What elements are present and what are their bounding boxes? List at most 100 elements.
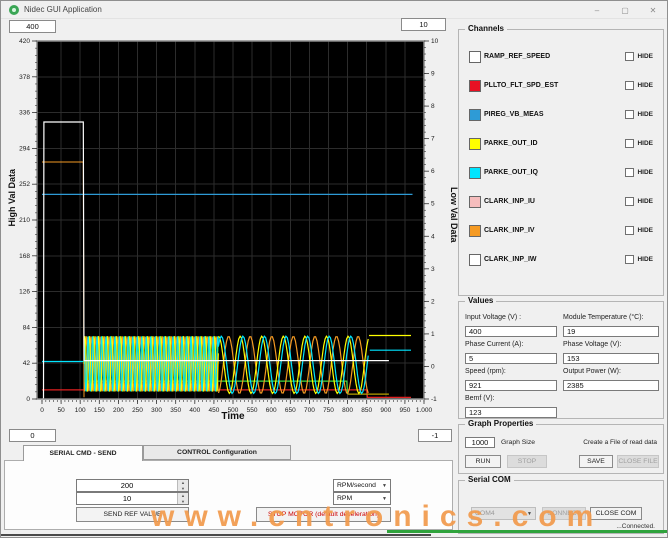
hide-label: HIDE <box>637 256 653 263</box>
high-axis-max-input[interactable]: 400 <box>9 20 56 33</box>
phase-voltage-field[interactable] <box>563 353 659 364</box>
close-file-button[interactable]: CLOSE FILE <box>617 455 659 468</box>
tab-serial-cmd-send[interactable]: SERIAL CMD - SEND <box>23 445 143 461</box>
chart-plot: 0 50 100 150 200 250 300 350 400 450 500 550 600 650 7… <box>19 38 439 414</box>
close-com-button[interactable]: CLOSE COM <box>590 507 642 520</box>
x-axis-title: Time <box>221 411 245 422</box>
graph-size-label: Graph Size <box>501 439 536 446</box>
svg-text:336: 336 <box>19 110 30 117</box>
high-axis-min-input[interactable]: 0 <box>9 429 56 442</box>
graph-properties-title: Graph Properties <box>465 419 537 428</box>
channel-row: PARKE_OUT_ID HIDE <box>469 137 653 150</box>
step-value-stepper[interactable]: ▲▼ <box>76 492 189 505</box>
svg-text:210: 210 <box>19 217 30 224</box>
chevron-down-icon: ▼ <box>382 495 387 502</box>
svg-text:0: 0 <box>26 396 30 403</box>
step-value-input[interactable] <box>77 493 177 504</box>
run-button[interactable]: RUN <box>465 455 501 468</box>
rate-unit-dropdown[interactable]: RPM/second ▼ <box>333 479 391 492</box>
ref-value-stepper[interactable]: ▲▼ <box>76 479 189 492</box>
svg-text:0: 0 <box>431 363 435 370</box>
hide-checkbox[interactable] <box>625 226 635 235</box>
svg-text:294: 294 <box>19 145 30 152</box>
tab-control-configuration[interactable]: CONTROL Configuration <box>143 445 291 460</box>
svg-text:10: 10 <box>431 38 439 45</box>
svg-text:9: 9 <box>431 71 435 78</box>
serial-com-group: Serial COM COM4 ▼ CONNECT CLOSE COM ...Co… <box>458 475 664 534</box>
channel-row: PIREG_VB_MEAS HIDE <box>469 108 653 121</box>
hide-checkbox[interactable] <box>625 139 635 148</box>
channel-color-swatch <box>469 79 481 92</box>
channel-name: RAMP_REF_SPEED <box>484 53 551 60</box>
watermark-underline <box>387 530 667 533</box>
hide-checkbox[interactable] <box>625 110 635 119</box>
hide-label: HIDE <box>637 169 653 176</box>
title-bar: Nidec GUI Application – ▢ ✕ <box>1 1 667 19</box>
field-label: Speed (rpm): <box>465 368 506 375</box>
unit-dropdown[interactable]: RPM ▼ <box>333 492 391 505</box>
maximize-icon[interactable]: ▢ <box>611 1 639 19</box>
minimize-icon[interactable]: – <box>583 1 611 19</box>
hide-checkbox[interactable] <box>625 197 635 206</box>
connect-button[interactable]: CONNECT <box>542 507 586 520</box>
bemf-field[interactable] <box>465 407 557 418</box>
channel-color-swatch <box>469 166 481 179</box>
unit-value: RPM <box>337 495 353 502</box>
hide-checkbox[interactable] <box>625 168 635 177</box>
svg-text:84: 84 <box>23 324 31 331</box>
phase-current-field[interactable] <box>465 353 557 364</box>
graph-size-input[interactable] <box>465 437 495 448</box>
left-axis-title: High Val Data <box>7 169 17 227</box>
values-group: Values Input Voltage (V) : Phase Current… <box>458 296 664 419</box>
hide-checkbox[interactable] <box>625 255 635 264</box>
hide-label: HIDE <box>637 82 653 89</box>
svg-text:8: 8 <box>431 103 435 110</box>
output-power-field[interactable] <box>563 380 659 391</box>
channels-title: Channels <box>465 24 508 33</box>
connection-status: ...Connected. <box>616 523 655 530</box>
svg-text:5: 5 <box>431 201 435 208</box>
channel-row: CLARK_INP_IV HIDE <box>469 224 653 237</box>
app-window: Nidec GUI Application – ▢ ✕ 400 10 0 -1 … <box>0 0 668 538</box>
channel-row: CLARK_INP_IW HIDE <box>469 253 653 266</box>
svg-text:42: 42 <box>23 360 31 367</box>
svg-text:126: 126 <box>19 289 30 296</box>
svg-text:420: 420 <box>19 38 30 45</box>
save-button[interactable]: SAVE <box>579 455 613 468</box>
svg-text:3: 3 <box>431 266 435 273</box>
channel-row: RAMP_REF_SPEED HIDE <box>469 50 653 63</box>
hide-label: HIDE <box>637 53 653 60</box>
channel-row: PLLTO_FLT_SPD_EST HIDE <box>469 79 653 92</box>
send-ref-value-button[interactable]: SEND REF VALUE <box>76 507 189 522</box>
stepper-down-icon[interactable]: ▼ <box>178 498 188 504</box>
close-icon[interactable]: ✕ <box>639 1 667 19</box>
stop-motor-button[interactable]: STOP MOTOR (default deceleration) <box>256 507 391 522</box>
hide-label: HIDE <box>637 140 653 147</box>
channel-color-swatch <box>469 195 481 208</box>
chevron-down-icon: ▼ <box>527 510 532 517</box>
svg-text:2: 2 <box>431 298 435 305</box>
channel-color-swatch <box>469 50 481 63</box>
stop-button[interactable]: STOP <box>507 455 547 468</box>
input-voltage-field[interactable] <box>465 326 557 337</box>
field-label: Bemf (V): <box>465 395 495 402</box>
hide-checkbox[interactable] <box>625 52 635 61</box>
channel-name: PARKE_OUT_ID <box>484 140 538 147</box>
hide-checkbox[interactable] <box>625 81 635 90</box>
channel-name: CLARK_INP_IV <box>484 227 535 234</box>
stepper-down-icon[interactable]: ▼ <box>178 485 188 491</box>
svg-text:7: 7 <box>431 136 435 143</box>
com-port-value: COM4 <box>475 510 495 517</box>
create-file-label: Create a File of read data <box>583 439 657 446</box>
com-port-dropdown[interactable]: COM4 ▼ <box>471 507 536 520</box>
low-axis-max-input[interactable]: 10 <box>401 18 446 31</box>
channel-name: PLLTO_FLT_SPD_EST <box>484 82 559 89</box>
bottom-scrollbar[interactable] <box>1 534 431 536</box>
speed-field[interactable] <box>465 380 557 391</box>
low-axis-min-input[interactable]: -1 <box>418 429 452 442</box>
module-temperature-field[interactable] <box>563 326 659 337</box>
channel-color-swatch <box>469 137 481 150</box>
serial-com-title: Serial COM <box>465 475 514 484</box>
channel-name: PIREG_VB_MEAS <box>484 111 544 118</box>
ref-value-input[interactable] <box>77 480 177 491</box>
